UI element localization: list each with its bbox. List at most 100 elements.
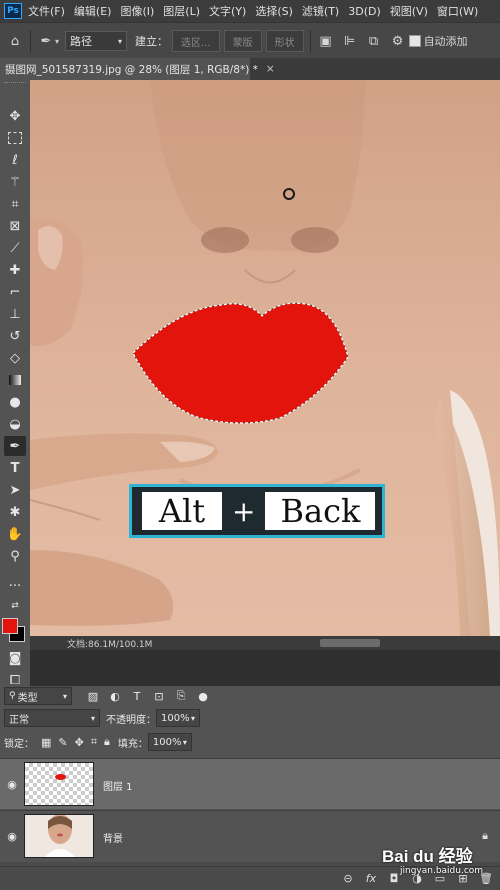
layer-row-layer-1[interactable]: ◉ 图层 1 xyxy=(0,758,500,809)
document-size[interactable]: 文档:86.1M/100.1M xyxy=(67,637,152,650)
smart-object-filter-icon[interactable]: ⎘ xyxy=(174,689,188,703)
brush-tool-icon[interactable]: ⌐ xyxy=(4,282,26,302)
eyedropper-tool-icon[interactable]: ⟋ xyxy=(4,238,26,258)
fx-icon[interactable]: fx xyxy=(363,871,379,885)
menu-window[interactable]: 窗口(W) xyxy=(437,3,478,19)
quick-mask-icon[interactable]: ◙ xyxy=(4,648,26,668)
filter-toggle-icon[interactable]: ● xyxy=(196,689,210,703)
type-layer-filter-icon[interactable]: T xyxy=(130,689,144,703)
watermark-brand: Bai du 经验 xyxy=(382,847,473,866)
path-selection-tool-icon[interactable]: ➤ xyxy=(4,480,26,500)
chevron-down-icon: ▾ xyxy=(62,691,67,701)
divider xyxy=(30,30,31,52)
adjustment-layer-filter-icon[interactable]: ◐ xyxy=(108,689,122,703)
menu-edit[interactable]: 编辑(E) xyxy=(74,3,112,19)
clone-stamp-tool-icon[interactable]: ⊥ xyxy=(4,304,26,324)
search-icon: ⚲ xyxy=(9,691,16,701)
zoom-tool-icon[interactable]: ⚲ xyxy=(4,546,26,566)
shape-layer-filter-icon[interactable]: ⊡ xyxy=(152,689,166,703)
lock-row: 锁定： ▦ ✎ ✥ ⌗ 🔒︎ 填充： 100% ▾ xyxy=(0,732,500,752)
shortcut-key-back-label: Back xyxy=(280,492,361,530)
make-mask-button[interactable]: 蒙版 xyxy=(223,30,262,52)
pixel-layer-filter-icon[interactable]: ▨ xyxy=(86,689,100,703)
custom-shape-tool-icon[interactable]: ✱ xyxy=(4,502,26,522)
foreground-color-swatch[interactable] xyxy=(2,618,18,634)
hand-tool-icon[interactable]: ✋ xyxy=(4,524,26,544)
chevron-down-icon[interactable]: ▾ xyxy=(55,37,59,46)
more-tools-icon[interactable]: ··· xyxy=(4,576,26,596)
lock-pixels-icon[interactable]: ✎ xyxy=(58,736,67,749)
menu-3d[interactable]: 3D(D) xyxy=(348,5,381,18)
auto-add-checkbox[interactable]: 自动添加 xyxy=(408,33,468,49)
lasso-tool-icon[interactable]: ℓ xyxy=(4,150,26,170)
blend-mode-select[interactable]: 正常 ▾ xyxy=(4,709,100,727)
eye-icon[interactable]: ◉ xyxy=(5,777,19,791)
marquee-tool-icon[interactable] xyxy=(4,128,26,148)
chevron-down-icon: ▾ xyxy=(190,713,195,723)
blend-row: 正常 ▾ 不透明度： 100% ▾ xyxy=(0,708,500,728)
chevron-down-icon: ▾ xyxy=(118,36,123,46)
menu-view[interactable]: 视图(V) xyxy=(390,3,428,19)
checkbox-checked[interactable] xyxy=(408,35,421,47)
photoshop-logo: Ps xyxy=(4,3,22,19)
link-layers-icon[interactable]: ⊝ xyxy=(340,871,356,885)
background-thumbnail-image xyxy=(44,815,76,857)
path-arrangement-icon[interactable]: ⧉ xyxy=(365,32,383,50)
tool-mode-select[interactable]: 路径 ▾ xyxy=(65,31,128,51)
eraser-tool-icon[interactable]: ◇ xyxy=(4,348,26,368)
make-selection-button[interactable]: 选区... xyxy=(172,30,220,52)
shortcut-key-alt: Alt xyxy=(142,492,222,530)
opacity-input[interactable]: 100% ▾ xyxy=(156,709,200,727)
menu-layer[interactable]: 图层(L) xyxy=(163,3,200,19)
blur-tool-icon[interactable]: ● xyxy=(4,392,26,412)
fill-value: 100% xyxy=(152,736,182,748)
menu-select[interactable]: 选择(S) xyxy=(255,3,293,19)
dodge-tool-icon[interactable]: ◒ xyxy=(4,414,26,434)
document-tab[interactable]: 摄图网_501587319.jpg @ 28% (图层 1, RGB/8*) *… xyxy=(0,58,275,80)
eye-icon[interactable]: ◉ xyxy=(5,829,19,843)
lock-position-icon[interactable]: ✥ xyxy=(75,736,84,749)
layer-thumbnail xyxy=(24,814,94,858)
options-bar: ⌂ ✒ ▾ 路径 ▾ 建立： 选区... 蒙版 形状 ▣ ⊫ ⧉ ⚙ 自动添加 xyxy=(0,22,500,60)
gradient-tool-icon[interactable] xyxy=(4,370,26,390)
path-operations-icon[interactable]: ▣ xyxy=(317,32,335,50)
type-tool-icon[interactable]: T xyxy=(4,458,26,478)
layer-name[interactable]: 图层 1 xyxy=(103,778,133,793)
layer-name[interactable]: 背景 xyxy=(103,830,123,845)
chevron-down-icon: ▾ xyxy=(90,713,95,723)
home-icon[interactable]: ⌂ xyxy=(6,32,24,50)
menu-file[interactable]: 文件(F) xyxy=(28,3,65,19)
close-icon[interactable]: × xyxy=(266,63,275,75)
fill-input[interactable]: 100% ▾ xyxy=(147,733,192,751)
move-tool-icon[interactable]: ✥ xyxy=(4,106,26,126)
watermark-url: jingyan.baidu.com xyxy=(400,866,484,876)
shortcut-key-alt-label: Alt xyxy=(158,492,206,530)
lock-all-icon[interactable]: 🔒︎ xyxy=(104,735,110,749)
menu-image[interactable]: 图像(I) xyxy=(120,3,154,19)
menu-type[interactable]: 文字(Y) xyxy=(209,3,246,19)
layer-kind-filter[interactable]: ⚲ 类型 ▾ xyxy=(4,687,72,705)
photo-face xyxy=(30,80,500,636)
history-brush-tool-icon[interactable]: ↺ xyxy=(4,326,26,346)
lock-transparency-icon[interactable]: ▦ xyxy=(41,736,51,749)
magic-wand-tool-icon[interactable]: ⚚ xyxy=(4,172,26,192)
menu-filter[interactable]: 滤镜(T) xyxy=(302,3,339,19)
tools-panel: ✥ ℓ ⚚ ⌗ ⊠ ⟋ ✚ ⌐ ⊥ ↺ ◇ ● ◒ ✒ T ➤ ✱ ✋ ⚲ ··… xyxy=(0,80,31,688)
auto-add-label: 自动添加 xyxy=(423,35,468,48)
swap-colors-icon[interactable]: ⇄ xyxy=(4,596,26,616)
panel-grip[interactable] xyxy=(4,82,26,89)
make-shape-button[interactable]: 形状 xyxy=(265,30,304,52)
gear-icon[interactable]: ⚙ xyxy=(389,32,407,50)
chevron-down-icon: ▾ xyxy=(182,737,187,747)
baidu-jingyan-watermark: Bai du 经验 jingyan.baidu.com xyxy=(380,836,500,886)
horizontal-scrollbar[interactable] xyxy=(320,639,380,647)
path-alignment-icon[interactable]: ⊫ xyxy=(341,32,359,50)
frame-tool-icon[interactable]: ⊠ xyxy=(4,216,26,236)
fill-label: 填充： xyxy=(117,738,148,750)
pen-tool-preset-icon[interactable]: ✒ xyxy=(37,32,55,50)
lock-artboard-icon[interactable]: ⌗ xyxy=(91,735,97,749)
healing-brush-tool-icon[interactable]: ✚ xyxy=(4,260,26,280)
crop-tool-icon[interactable]: ⌗ xyxy=(4,194,26,214)
document-canvas[interactable]: Alt + Back xyxy=(30,80,500,636)
pen-tool-icon[interactable]: ✒ xyxy=(4,436,26,456)
